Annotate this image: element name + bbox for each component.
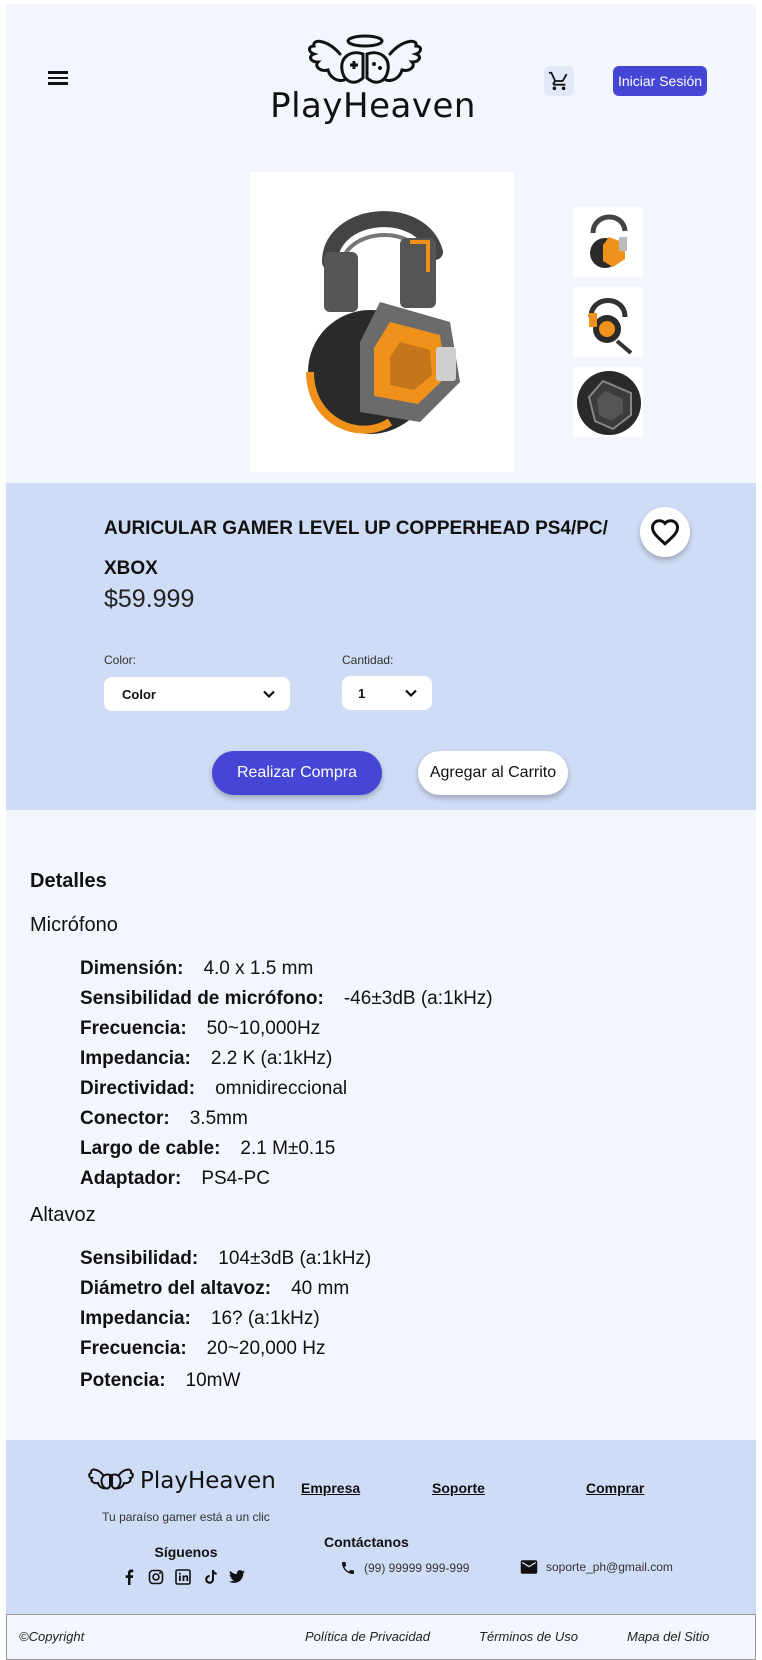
spec-value: 4.0 x 1.5 mm bbox=[203, 958, 314, 979]
spec-label: Sensibilidad: bbox=[80, 1248, 199, 1269]
logo-angel-controller-icon bbox=[88, 1468, 134, 1490]
spec-label: Impedancia: bbox=[80, 1048, 191, 1069]
spec-row: Conector: 3.5mm bbox=[80, 1108, 248, 1130]
logo-angel-controller-icon bbox=[308, 34, 422, 84]
instagram-icon[interactable] bbox=[147, 1568, 165, 1586]
header: PlayHeaven Iniciar Sesión bbox=[6, 4, 756, 154]
shopping-cart-icon[interactable] bbox=[544, 66, 574, 96]
logo[interactable]: PlayHeaven bbox=[268, 32, 478, 136]
contact-phone-text: (99) 99999 999-999 bbox=[364, 1561, 470, 1575]
spec-label: Frecuencia: bbox=[80, 1338, 187, 1359]
spec-row: Sensibilidad: 104±3dB (a:1kHz) bbox=[80, 1248, 371, 1270]
quantity-select-value: 1 bbox=[358, 685, 366, 701]
page: PlayHeaven Iniciar Sesión AURICULAR GAME… bbox=[6, 4, 756, 1660]
microphone-title: Micrófono bbox=[30, 914, 118, 936]
privacy-link[interactable]: Política de Privacidad bbox=[305, 1629, 430, 1644]
product-title: AURICULAR GAMER LEVEL UP COPPERHEAD PS4/… bbox=[104, 518, 608, 579]
quantity-label: Cantidad: bbox=[342, 653, 394, 667]
footer-logo[interactable]: PlayHeaven bbox=[88, 1464, 288, 1504]
chevron-down-icon bbox=[405, 689, 417, 698]
spec-value: 20~20,000 Hz bbox=[206, 1338, 326, 1359]
facebook-icon[interactable] bbox=[120, 1568, 138, 1586]
contact-phone[interactable]: (99) 99999 999-999 bbox=[340, 1560, 469, 1576]
spec-row: Frecuencia: 50~10,000Hz bbox=[80, 1018, 320, 1040]
spec-row: Directividad: omnidireccional bbox=[80, 1078, 347, 1100]
spec-value: 50~10,000Hz bbox=[206, 1018, 321, 1039]
logo-text: PlayHeaven bbox=[270, 86, 476, 126]
tiktok-icon[interactable] bbox=[201, 1568, 219, 1586]
footer-link-empresa[interactable]: Empresa bbox=[301, 1480, 360, 1496]
spec-row: Largo de cable: 2.1 M±0.15 bbox=[80, 1138, 335, 1160]
login-button[interactable]: Iniciar Sesión bbox=[613, 66, 707, 96]
spec-row: Dimensión: 4.0 x 1.5 mm bbox=[80, 958, 313, 980]
terms-link[interactable]: Términos de Uso bbox=[479, 1629, 578, 1644]
heart-icon bbox=[650, 519, 680, 546]
hamburger-menu-icon[interactable] bbox=[46, 68, 70, 92]
spec-label: Frecuencia: bbox=[80, 1018, 187, 1039]
details-section: Detalles Micrófono Dimensión: 4.0 x 1.5 m… bbox=[6, 810, 756, 1444]
headset-thumb-2[interactable] bbox=[573, 287, 643, 357]
spec-label: Sensibilidad de micrófono: bbox=[80, 988, 324, 1009]
footer-tagline: Tu paraíso gamer está a un clic bbox=[102, 1510, 270, 1524]
spec-value: 16? (a:1kHz) bbox=[210, 1308, 320, 1329]
chevron-down-icon bbox=[263, 690, 275, 699]
quantity-select[interactable]: 1 bbox=[342, 676, 432, 710]
spec-label: Dimensión: bbox=[80, 958, 184, 979]
spec-value: 3.5mm bbox=[189, 1108, 248, 1129]
product-panel: AURICULAR GAMER LEVEL UP COPPERHEAD PS4/… bbox=[6, 483, 756, 810]
spec-label: Potencia: bbox=[80, 1370, 166, 1391]
spec-label: Directividad: bbox=[80, 1078, 196, 1099]
twitter-icon[interactable] bbox=[228, 1568, 246, 1586]
speaker-title: Altavoz bbox=[30, 1204, 96, 1226]
contact-email-text: soporte_ph@gmail.com bbox=[546, 1560, 673, 1574]
spec-label: Adaptador: bbox=[80, 1168, 182, 1189]
follow-label: Síguenos bbox=[154, 1544, 218, 1560]
details-heading: Detalles bbox=[30, 870, 107, 892]
social-links bbox=[120, 1568, 246, 1586]
buy-button[interactable]: Realizar Compra bbox=[212, 751, 382, 795]
spec-label: Conector: bbox=[80, 1108, 170, 1129]
spec-value: 104±3dB (a:1kHz) bbox=[218, 1248, 372, 1269]
footer-link-soporte[interactable]: Soporte bbox=[432, 1480, 485, 1496]
headset-image bbox=[250, 172, 514, 472]
spec-row: Diámetro del altavoz: 40 mm bbox=[80, 1278, 349, 1300]
spec-value: omnidireccional bbox=[215, 1078, 348, 1099]
spec-row: Potencia: 10mW bbox=[80, 1370, 240, 1392]
color-select[interactable]: Color bbox=[104, 677, 290, 711]
sitemap-link[interactable]: Mapa del Sitio bbox=[627, 1629, 709, 1644]
color-select-value: Color bbox=[122, 686, 156, 702]
product-price: $59.999 bbox=[104, 585, 195, 613]
spec-label: Impedancia: bbox=[80, 1308, 191, 1329]
spec-value: 10mW bbox=[185, 1370, 241, 1391]
spec-value: -46±3dB (a:1kHz) bbox=[343, 988, 493, 1009]
footer: PlayHeaven Tu paraíso gamer está a un cl… bbox=[6, 1440, 756, 1614]
headset-thumb-3[interactable] bbox=[573, 367, 643, 437]
spec-value: 40 mm bbox=[291, 1278, 350, 1299]
contact-label: Contáctanos bbox=[324, 1534, 409, 1550]
spec-label: Largo de cable: bbox=[80, 1138, 221, 1159]
mail-icon bbox=[520, 1560, 538, 1574]
color-label: Color: bbox=[104, 653, 137, 667]
bottom-bar: ©Copyright Política de Privacidad Términ… bbox=[6, 1614, 756, 1660]
spec-value: 2.2 K (a:1kHz) bbox=[210, 1048, 333, 1069]
spec-label: Diámetro del altavoz: bbox=[80, 1278, 272, 1299]
spec-row: Impedancia: 16? (a:1kHz) bbox=[80, 1308, 320, 1330]
footer-logo-text: PlayHeaven bbox=[140, 1468, 276, 1494]
spec-row: Adaptador: PS4-PC bbox=[80, 1168, 270, 1190]
footer-link-comprar[interactable]: Comprar bbox=[586, 1480, 644, 1496]
favorite-button[interactable] bbox=[640, 507, 690, 557]
phone-icon bbox=[342, 1562, 354, 1574]
contact-email[interactable]: soporte_ph@gmail.com bbox=[520, 1560, 673, 1574]
spec-row: Impedancia: 2.2 K (a:1kHz) bbox=[80, 1048, 332, 1070]
copyright-text: ©Copyright bbox=[19, 1629, 85, 1644]
spec-value: PS4-PC bbox=[201, 1168, 270, 1189]
spec-row: Frecuencia: 20~20,000 Hz bbox=[80, 1338, 326, 1360]
add-to-cart-button[interactable]: Agregar al Carrito bbox=[418, 751, 568, 795]
headset-thumb-1[interactable] bbox=[573, 207, 643, 277]
spec-row: Sensibilidad de micrófono: -46±3dB (a:1kH… bbox=[80, 988, 493, 1010]
linkedin-icon[interactable] bbox=[174, 1568, 192, 1586]
spec-value: 2.1 M±0.15 bbox=[240, 1138, 336, 1159]
